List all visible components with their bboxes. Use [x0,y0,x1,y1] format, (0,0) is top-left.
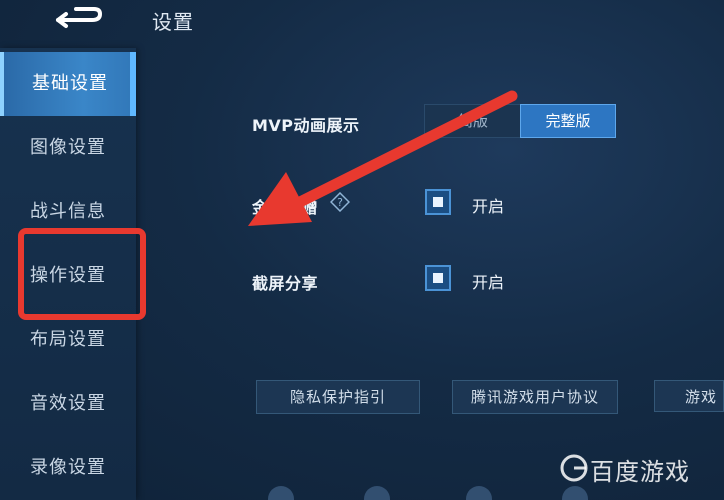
annotation-arrow-icon [248,90,518,226]
watermark-text: 百度游戏 [590,458,690,486]
